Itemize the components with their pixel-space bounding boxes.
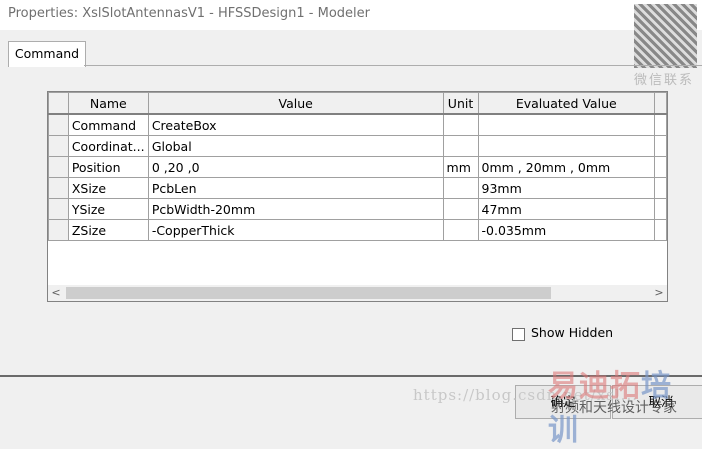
cell-name[interactable]: Command [67,113,149,136]
qr-label: 微信联系 [634,73,695,88]
column-header-value[interactable]: Value [147,92,444,115]
cell-unit[interactable]: mm [442,156,479,178]
cell-evaluated[interactable] [477,113,656,136]
cell-evaluated[interactable]: 93mm [477,177,656,199]
table-row[interactable]: XSize PcbLen 93mm [48,177,667,199]
column-header-evaluated[interactable]: Evaluated Value [477,92,656,115]
cell-filler [654,177,667,199]
cell-unit[interactable] [442,177,479,199]
qr-code-image [634,4,697,68]
title-bar: Properties: XslSlotAntennasV1 - HFSSDesi… [0,0,702,30]
cell-unit[interactable] [442,113,479,136]
column-header-unit[interactable]: Unit [442,92,479,115]
cell-value[interactable]: PcbLen [147,177,444,199]
grid-header: Name Value Unit Evaluated Value [48,92,667,115]
row-header[interactable] [48,177,69,199]
column-header-filler [654,92,667,115]
table-row[interactable]: Position 0 ,20 ,0 mm 0mm , 20mm , 0mm [48,156,667,178]
cell-value[interactable]: 0 ,20 ,0 [147,156,444,178]
cell-evaluated[interactable]: -0.035mm [477,219,656,241]
row-header[interactable] [48,135,69,157]
cell-unit[interactable] [442,198,479,220]
cell-name[interactable]: Position [67,156,149,178]
cell-name[interactable]: XSize [67,177,149,199]
tab-command[interactable]: Command [8,41,86,67]
properties-grid: Name Value Unit Evaluated Value Command C… [47,91,668,302]
cell-name[interactable]: ZSize [67,219,149,241]
scrollbar-thumb[interactable] [66,287,551,299]
scroll-left-icon[interactable]: < [48,285,64,301]
cell-unit[interactable] [442,135,479,157]
cell-evaluated[interactable] [477,135,656,157]
row-header[interactable] [48,219,69,241]
cell-value[interactable]: PcbWidth-20mm [147,198,444,220]
watermark-subtitle: 射频和天线设计专家 [551,400,677,416]
cell-value[interactable]: CreateBox [147,113,444,136]
cell-unit[interactable] [442,219,479,241]
cell-name[interactable]: YSize [67,198,149,220]
row-header[interactable] [48,113,69,136]
tab-panel-border [84,65,702,66]
cell-filler [654,113,667,136]
table-row[interactable]: Command CreateBox [48,113,667,136]
cell-filler [654,156,667,178]
scroll-right-icon[interactable]: > [651,285,667,301]
window-title: Properties: XslSlotAntennasV1 - HFSSDesi… [8,6,370,21]
table-row[interactable]: Coordinat... Global [48,135,667,157]
cell-filler [654,219,667,241]
horizontal-scrollbar[interactable]: < > [48,285,667,301]
cell-value[interactable]: Global [147,135,444,157]
cell-evaluated[interactable]: 47mm [477,198,656,220]
show-hidden-label[interactable]: Show Hidden [531,325,613,340]
cell-value[interactable]: -CopperThick [147,219,444,241]
row-header[interactable] [48,198,69,220]
table-row[interactable]: ZSize -CopperThick -0.035mm [48,219,667,241]
table-row[interactable]: YSize PcbWidth-20mm 47mm [48,198,667,220]
row-header[interactable] [48,156,69,178]
cell-evaluated[interactable]: 0mm , 20mm , 0mm [477,156,656,178]
cell-filler [654,198,667,220]
row-header-corner [48,92,69,115]
show-hidden-checkbox[interactable] [512,328,525,341]
cell-name[interactable]: Coordinat... [67,135,149,157]
cell-filler [654,135,667,157]
column-header-name[interactable]: Name [67,92,149,115]
